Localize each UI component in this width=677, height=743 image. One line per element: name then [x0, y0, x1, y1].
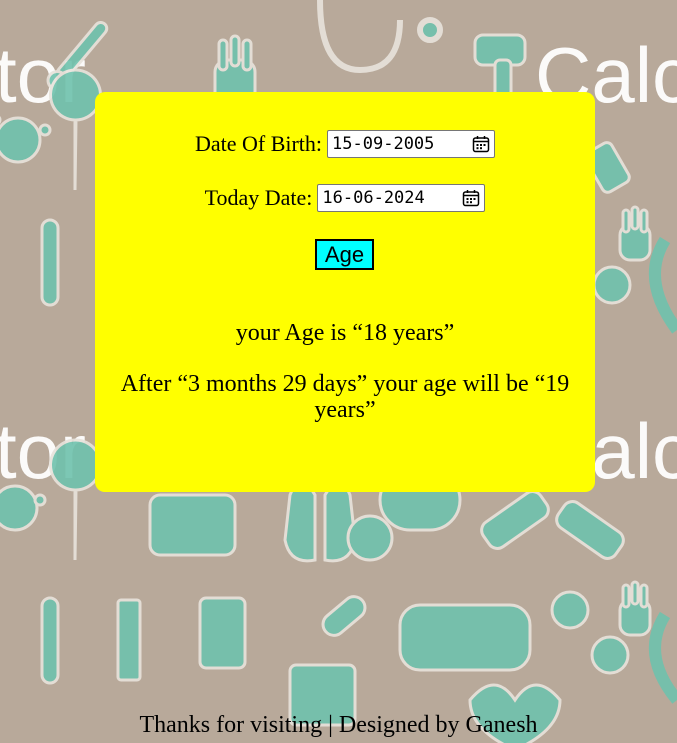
- age-result-text: your Age is “18 years”: [235, 320, 455, 346]
- footer-text: Thanks for visiting | Designed by Ganesh: [139, 712, 538, 738]
- age-button[interactable]: Age: [315, 239, 374, 270]
- today-row: Today Date: 16-06-2024: [95, 184, 595, 212]
- face-mask-icon: [398, 603, 532, 672]
- today-value: 16-06-2024: [322, 188, 425, 208]
- stethoscope-icon: [317, 0, 443, 74]
- bandage-icon: [480, 490, 625, 560]
- medicine-bottle-icon: [148, 493, 237, 557]
- hand-icon: [618, 205, 652, 262]
- dob-value: 15-09-2005: [332, 134, 435, 154]
- calendar-icon[interactable]: [462, 189, 480, 207]
- dob-date-input[interactable]: 15-09-2005: [327, 130, 496, 158]
- next-birthday-text: After “3 months 29 days” your age will b…: [120, 371, 570, 423]
- age-calculator-card: Date Of Birth: 15-09-2005 Today Date: 16…: [95, 92, 595, 492]
- today-date-input[interactable]: 16-06-2024: [317, 184, 486, 212]
- dob-label: Date Of Birth:: [194, 131, 323, 156]
- lungs-icon: [283, 481, 357, 563]
- today-label: Today Date:: [204, 185, 313, 210]
- calendar-icon[interactable]: [472, 135, 490, 153]
- dob-row: Date Of Birth: 15-09-2005: [95, 130, 595, 158]
- syringe-icon: [116, 598, 142, 682]
- hand-icon: [618, 580, 652, 637]
